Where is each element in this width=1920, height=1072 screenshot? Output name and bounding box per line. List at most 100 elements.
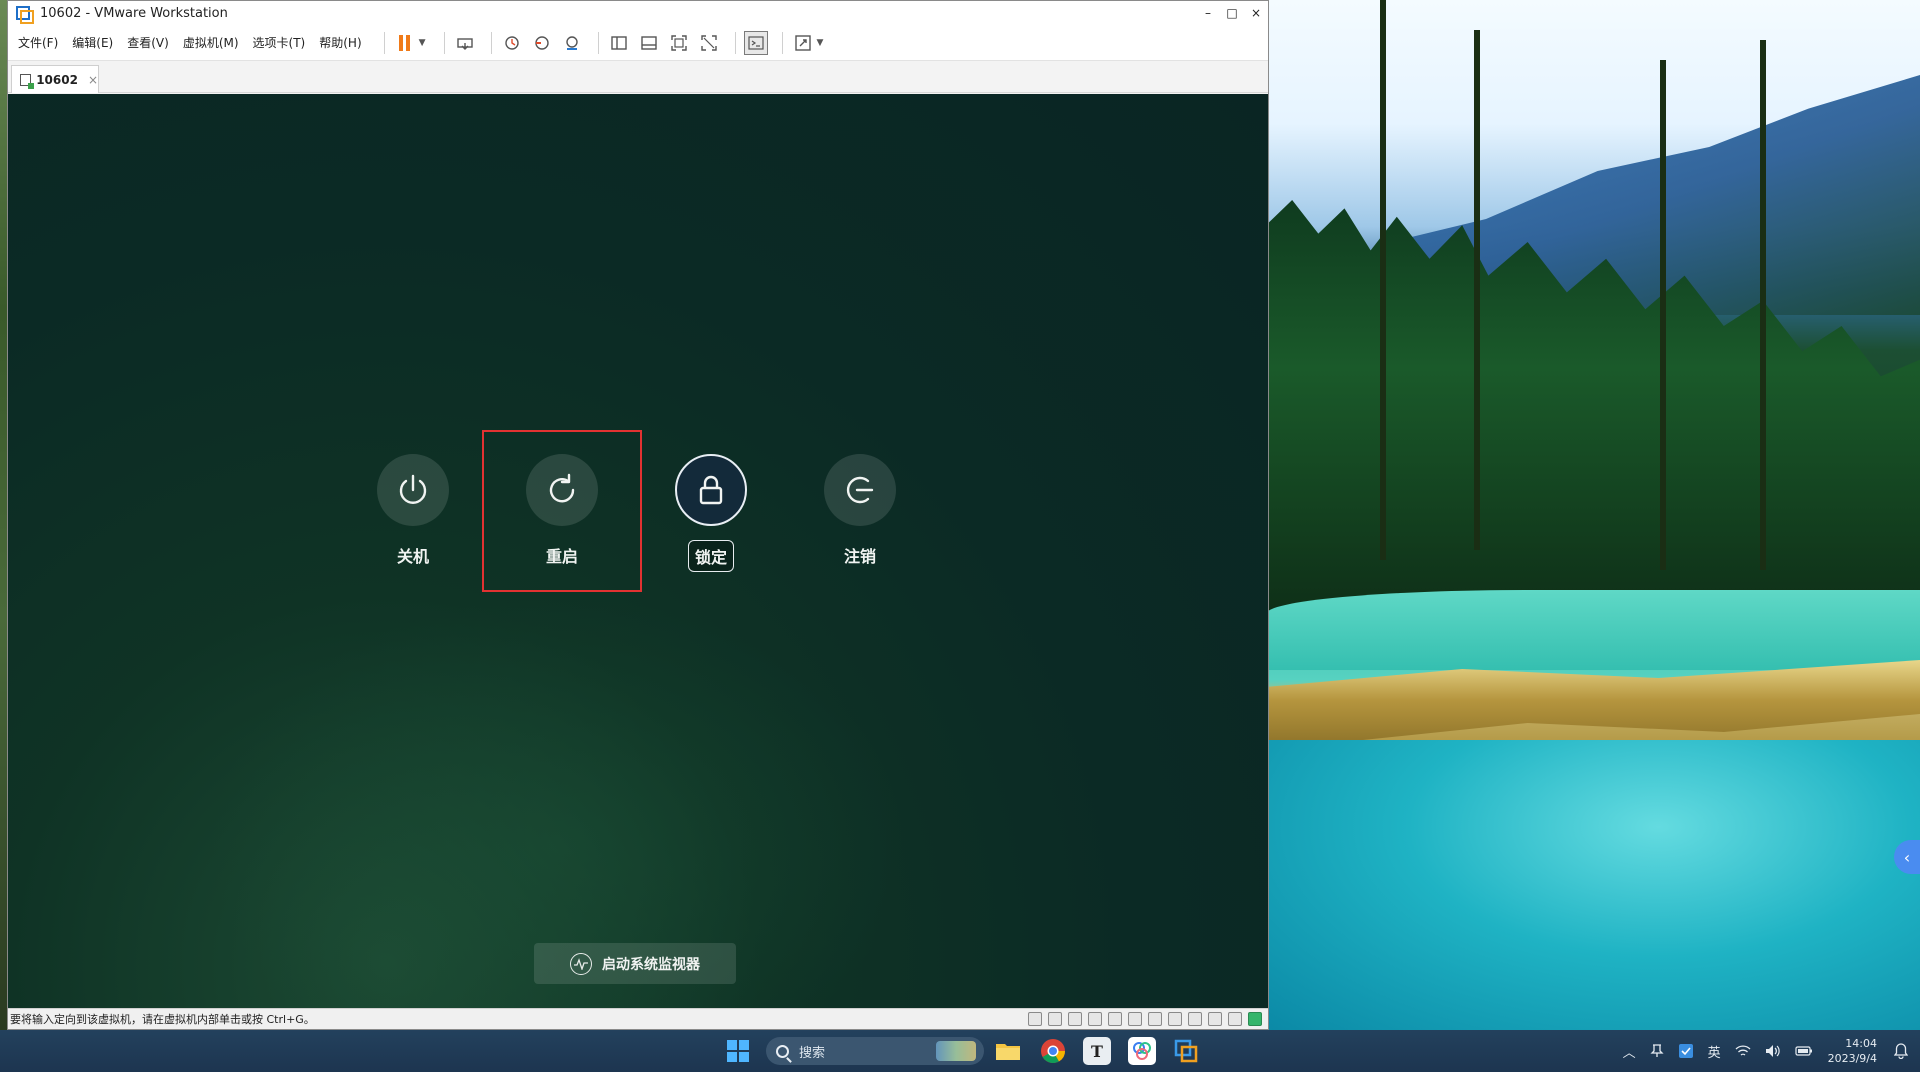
restart-highlight-box [482, 430, 642, 592]
logout-icon [846, 476, 874, 504]
floppy-icon[interactable] [1208, 1012, 1222, 1026]
cd-dvd-icon[interactable] [1048, 1012, 1062, 1026]
power-button-circle[interactable] [377, 454, 449, 526]
status-message: 要将输入定向到该虚拟机，请在虚拟机内部单击或按 Ctrl+G。 [10, 1013, 315, 1026]
vm-icon [20, 73, 35, 89]
show-library-button[interactable] [607, 31, 631, 55]
menu-file[interactable]: 文件(F) [18, 34, 58, 51]
thumbnail-icon [640, 35, 657, 50]
network-adapter-icon[interactable] [1068, 1012, 1082, 1026]
snapshot-icon [504, 35, 519, 50]
window-controls: – □ × [1196, 1, 1268, 25]
pause-button[interactable] [393, 31, 417, 55]
ime-indicator[interactable]: 英 [1708, 1042, 1721, 1061]
chrome-icon[interactable] [1039, 1037, 1067, 1065]
printer-icon[interactable] [1088, 1012, 1102, 1026]
menu-toolbar: 文件(F) 编辑(E) 查看(V) 虚拟机(M) 选项卡(T) 帮助(H) ▼ [8, 25, 1268, 61]
menu-help[interactable]: 帮助(H) [319, 34, 361, 51]
window-title: 10602 - VMware Workstation [40, 5, 228, 21]
maximize-button[interactable]: □ [1220, 1, 1244, 25]
full-screen-button[interactable] [667, 31, 691, 55]
library-icon [610, 35, 627, 50]
snapshot-button[interactable] [500, 31, 524, 55]
vmware-icon[interactable] [1172, 1037, 1200, 1065]
fullscreen-icon [670, 34, 687, 51]
lock-label: 锁定 [687, 540, 734, 572]
vmware-window: 10602 - VMware Workstation – □ × 文件(F) 编… [7, 0, 1269, 1030]
stretch-dropdown-icon[interactable]: ▼ [817, 38, 824, 48]
title-bar[interactable]: 10602 - VMware Workstation – □ × [8, 1, 1268, 25]
logout-button-circle[interactable] [824, 454, 896, 526]
taskbar: 搜索 T ︿ 英 14:04 2023/9/4 [0, 1030, 1920, 1072]
revert-snapshot-button[interactable] [530, 31, 554, 55]
taskbar-search[interactable]: 搜索 [766, 1037, 984, 1065]
tab-label: 10602 [36, 72, 78, 87]
battery-icon[interactable] [1794, 1045, 1813, 1057]
wallpaper-tree [1474, 30, 1480, 550]
menu-view[interactable]: 查看(V) [127, 34, 169, 51]
side-panel-toggle[interactable]: ‹ [1894, 840, 1920, 874]
send-ctrl-alt-del-button[interactable] [453, 31, 477, 55]
system-monitor-label: 启动系统监视器 [602, 956, 700, 973]
lock-option[interactable]: 锁定 [651, 454, 771, 572]
taskbar-clock[interactable]: 14:04 2023/9/4 [1828, 1036, 1877, 1066]
logout-option[interactable]: 注销 [800, 454, 920, 570]
shared-folder-icon[interactable] [1228, 1012, 1242, 1026]
search-icon [776, 1044, 789, 1058]
vm-message-icon[interactable] [1248, 1012, 1262, 1026]
unity-button[interactable] [697, 31, 721, 55]
search-placeholder: 搜索 [799, 1045, 826, 1061]
display-icon[interactable] [1148, 1012, 1162, 1026]
pin-icon[interactable] [1650, 1044, 1664, 1058]
minimize-button[interactable]: – [1196, 1, 1220, 25]
chevron-up-icon[interactable]: ︿ [1623, 1042, 1636, 1061]
menu-edit[interactable]: 编辑(E) [72, 34, 113, 51]
wallpaper-tree [1760, 40, 1766, 570]
stretch-guest-button[interactable] [791, 31, 815, 55]
wifi-icon[interactable] [1735, 1044, 1751, 1058]
pause-icon [399, 34, 411, 51]
hard-disk-icon[interactable] [1028, 1012, 1042, 1026]
vm-display[interactable]: 关机 重启 锁定 注销 启动系统监视器 [8, 94, 1268, 1010]
typora-icon[interactable]: T [1083, 1037, 1111, 1065]
tab-bar: 10602 × [8, 61, 1268, 93]
search-highlight-image [936, 1041, 976, 1061]
menu-vm[interactable]: 虚拟机(M) [183, 34, 239, 51]
tab-close-icon[interactable]: × [88, 73, 98, 87]
clock-date: 2023/9/4 [1827, 1052, 1877, 1065]
toolbar-separator [443, 31, 445, 54]
stretch-icon [794, 34, 811, 51]
system-tray: ︿ 英 14:04 2023/9/4 [1616, 1030, 1920, 1072]
toolbar-separator [383, 31, 385, 54]
snapshot-manager-button[interactable] [560, 31, 584, 55]
snapshot-manager-icon [565, 35, 578, 50]
console-view-button[interactable] [743, 30, 768, 55]
pause-dropdown-icon[interactable]: ▼ [419, 38, 426, 48]
app-icon[interactable] [1128, 1037, 1156, 1065]
shutdown-option[interactable]: 关机 [353, 454, 473, 570]
serial-port-icon[interactable] [1188, 1012, 1202, 1026]
vmware-tray-icon[interactable] [1678, 1043, 1694, 1059]
close-button[interactable]: × [1244, 1, 1268, 25]
toolbar-separator [490, 31, 492, 54]
menu-tabs[interactable]: 选项卡(T) [253, 34, 306, 51]
tab-vm-10602[interactable]: 10602 × [11, 65, 99, 93]
start-button[interactable] [727, 1040, 749, 1062]
volume-icon[interactable] [1765, 1044, 1781, 1058]
lock-button-circle[interactable] [675, 454, 747, 526]
unity-icon [700, 34, 717, 51]
keyboard-icon [456, 37, 473, 50]
clock-time: 14:04 [1845, 1037, 1877, 1050]
chevron-left-icon: ‹ [1903, 847, 1911, 867]
terminal-icon [747, 35, 764, 50]
lock-icon [699, 475, 723, 505]
file-explorer-icon[interactable] [994, 1037, 1022, 1065]
sound-card-icon[interactable] [1108, 1012, 1122, 1026]
bluetooth-icon[interactable] [1168, 1012, 1182, 1026]
vmware-app-icon [15, 5, 34, 24]
usb-controller-icon[interactable] [1128, 1012, 1142, 1026]
system-monitor-button[interactable]: 启动系统监视器 [534, 943, 736, 984]
show-thumbnail-bar-button[interactable] [637, 31, 661, 55]
wallpaper-terrace [1266, 660, 1920, 750]
notification-bell-icon[interactable] [1894, 1043, 1908, 1059]
